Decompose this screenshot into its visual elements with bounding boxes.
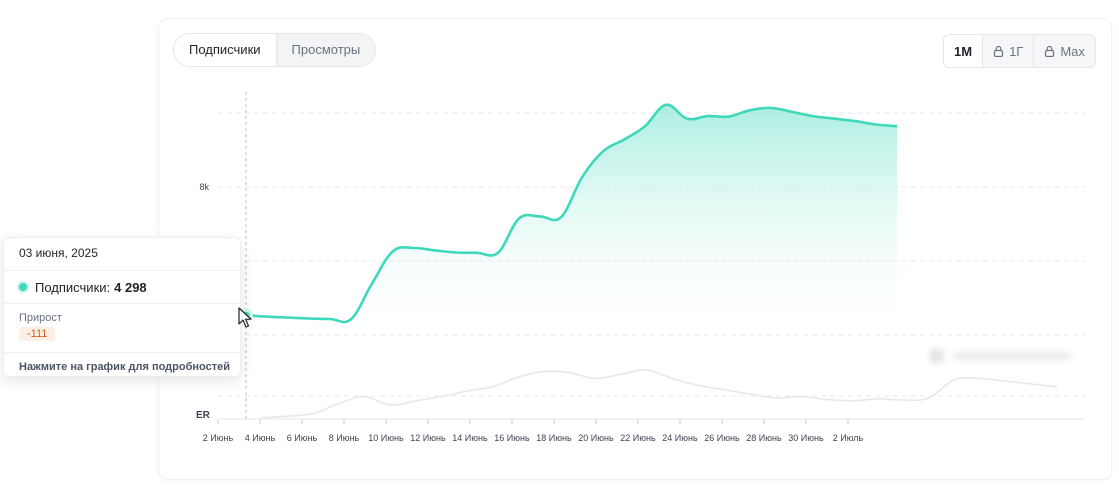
- x-tick-label: 28 Июнь: [746, 433, 782, 443]
- tooltip-series-label: Подписчики:: [35, 279, 111, 295]
- subscribers-area: [225, 104, 897, 336]
- x-tick-label: 22 Июнь: [620, 433, 656, 443]
- mouse-cursor-icon: [238, 307, 252, 328]
- x-tick-label: 14 Июнь: [452, 433, 488, 443]
- x-tick-label: 12 Июнь: [410, 433, 446, 443]
- x-tick-label: 6 Июнь: [287, 433, 318, 443]
- x-tick-label: 20 Июнь: [578, 433, 614, 443]
- series-dot-icon: [19, 283, 27, 291]
- x-tick-label: 24 Июнь: [662, 433, 698, 443]
- x-tick-label: 4 Июнь: [245, 433, 276, 443]
- growth-badge: -111: [19, 327, 56, 341]
- x-tick-label: 16 Июнь: [494, 433, 530, 443]
- x-tick-label: 18 Июнь: [536, 433, 572, 443]
- tooltip-growth-label: Прирост: [19, 312, 62, 324]
- tooltip-growth: Прирост -111: [4, 304, 240, 353]
- x-tick-label: 26 Июнь: [704, 433, 740, 443]
- chart-tooltip: 03 июня, 2025 Подписчики: 4 298 Прирост …: [3, 237, 241, 377]
- tooltip-series-value: 4 298: [114, 279, 147, 295]
- x-tick-label: 2 Июнь: [203, 433, 234, 443]
- x-tick-label: 2 Июль: [833, 433, 864, 443]
- er-axis-label: ER: [196, 410, 211, 421]
- tooltip-series-row: Подписчики: 4 298: [4, 271, 240, 304]
- tooltip-date: 03 июня, 2025: [4, 238, 240, 271]
- y-tick-label: 8k: [199, 182, 209, 192]
- er-line: [261, 369, 1058, 419]
- watermark-logo: [930, 349, 1072, 363]
- x-tick-label: 30 Июнь: [788, 433, 824, 443]
- tooltip-hint: Нажмите на график для подробностей: [19, 361, 230, 373]
- x-tick-label: 8 Июнь: [329, 433, 360, 443]
- x-tick-label: 10 Июнь: [368, 433, 404, 443]
